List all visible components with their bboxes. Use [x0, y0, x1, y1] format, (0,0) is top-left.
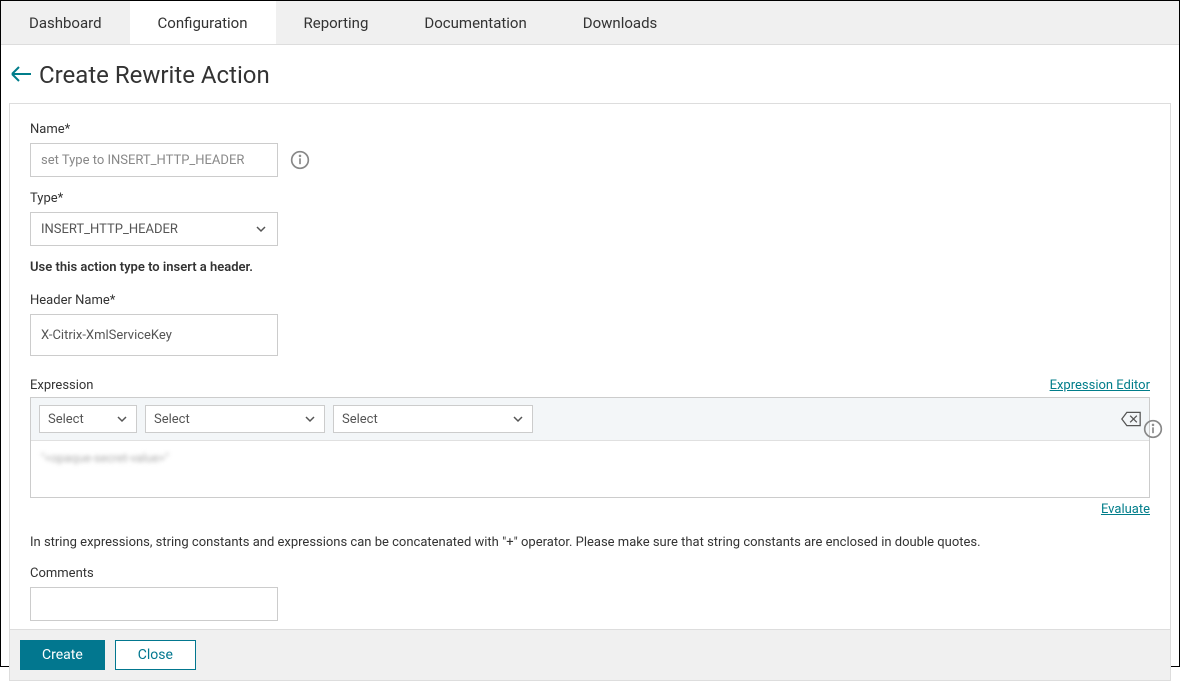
- chevron-down-icon: [255, 223, 267, 235]
- info-icon[interactable]: [290, 150, 310, 170]
- page-title: Create Rewrite Action: [39, 61, 270, 89]
- expr-select-1[interactable]: Select: [39, 405, 137, 433]
- page-header: Create Rewrite Action: [1, 45, 1179, 103]
- header-name-label: Header Name*: [30, 293, 1150, 308]
- comments-label: Comments: [30, 566, 1150, 581]
- evaluate-link[interactable]: Evaluate: [1101, 502, 1150, 517]
- expression-label: Expression: [30, 378, 94, 393]
- button-bar: Create Close: [9, 630, 1171, 681]
- type-select-value: INSERT_HTTP_HEADER: [41, 222, 255, 237]
- type-select[interactable]: INSERT_HTTP_HEADER: [30, 212, 278, 246]
- expression-toolbar: Select Select Select: [31, 398, 1149, 441]
- info-icon[interactable]: [1143, 419, 1163, 439]
- create-button[interactable]: Create: [20, 640, 105, 670]
- tab-downloads[interactable]: Downloads: [555, 1, 686, 44]
- type-label: Type*: [30, 191, 1150, 206]
- name-label: Name*: [30, 122, 1150, 137]
- expr-select-2[interactable]: Select: [145, 405, 325, 433]
- expr-select-3[interactable]: Select: [333, 405, 533, 433]
- top-tabs: Dashboard Configuration Reporting Docume…: [1, 1, 1179, 45]
- expression-content[interactable]: "<opaque-secret-value>": [31, 441, 1149, 497]
- close-button[interactable]: Close: [115, 640, 196, 670]
- expression-help-text: In string expressions, string constants …: [30, 535, 1150, 550]
- form-panel: Name* Type* INSERT_HTTP_HEADER Use this …: [9, 103, 1171, 630]
- chevron-down-icon: [304, 413, 316, 425]
- tab-documentation[interactable]: Documentation: [396, 1, 554, 44]
- header-name-input[interactable]: [30, 314, 278, 356]
- name-input[interactable]: [30, 143, 278, 177]
- expression-box: Select Select Select "<opaque-secret-val…: [30, 397, 1150, 498]
- back-arrow-icon[interactable]: [9, 63, 33, 87]
- tab-dashboard[interactable]: Dashboard: [1, 1, 130, 44]
- chevron-down-icon: [512, 413, 524, 425]
- backspace-icon[interactable]: [1121, 411, 1141, 427]
- comments-input[interactable]: [30, 587, 278, 621]
- type-description: Use this action type to insert a header.: [30, 260, 1150, 275]
- tab-configuration[interactable]: Configuration: [130, 1, 276, 44]
- chevron-down-icon: [116, 413, 128, 425]
- tab-reporting[interactable]: Reporting: [276, 1, 397, 44]
- expression-editor-link[interactable]: Expression Editor: [1050, 378, 1150, 393]
